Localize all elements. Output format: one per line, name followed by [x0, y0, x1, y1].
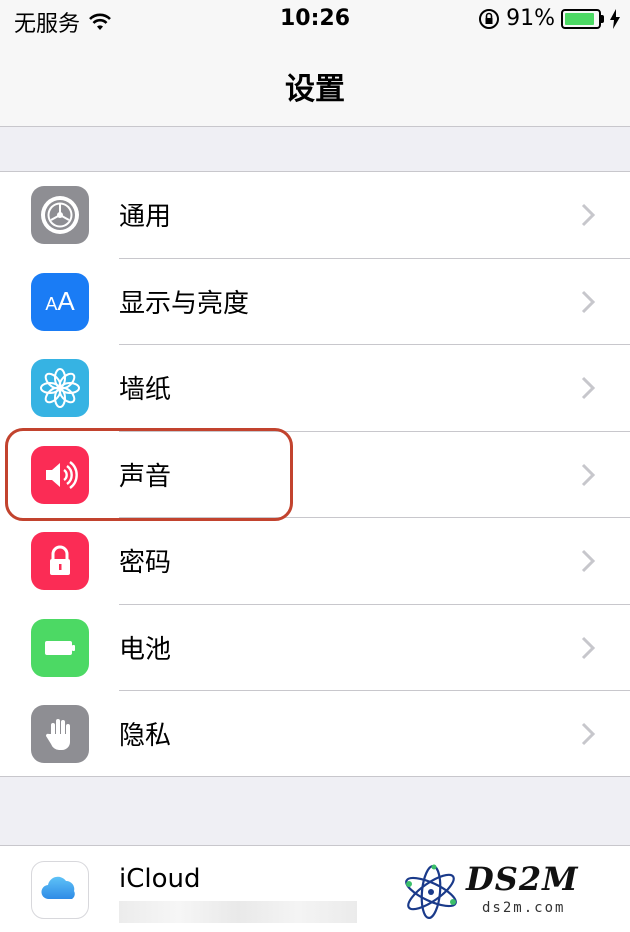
- status-bar: 无服务 10:26 91%: [0, 0, 630, 40]
- watermark-url: ds2m.com: [482, 900, 566, 916]
- chevron-right-icon: [581, 203, 596, 227]
- nav-bar: 设置: [0, 40, 630, 127]
- settings-row-passcode[interactable]: 密码: [0, 518, 630, 605]
- settings-row-privacy[interactable]: 隐私: [0, 691, 630, 778]
- settings-group: 通用 AA 显示与亮度 墙纸 声音 密码 电池 隐私: [0, 171, 630, 777]
- settings-label-wallpaper: 墙纸: [119, 375, 172, 405]
- page-title: 设置: [285, 72, 345, 107]
- chevron-right-icon: [581, 290, 596, 313]
- settings-row-sounds[interactable]: 声音: [0, 432, 630, 518]
- icloud-account-redacted: [119, 901, 357, 923]
- text-size-icon: AA: [31, 272, 89, 331]
- settings-label-privacy: 隐私: [119, 721, 172, 751]
- hand-icon: [31, 705, 89, 763]
- settings-label-display: 显示与亮度: [119, 288, 250, 319]
- cloud-icon: [31, 861, 89, 919]
- settings-row-general[interactable]: 通用: [0, 172, 630, 259]
- status-right: 91%: [478, 6, 620, 31]
- atom-logo-icon: [405, 864, 457, 920]
- watermark-title: DS2M: [466, 860, 579, 898]
- settings-label-icloud: iCloud: [119, 864, 201, 894]
- settings-label-passcode: 密码: [119, 548, 172, 578]
- battery-percent: 91%: [506, 6, 555, 31]
- lock-icon: [31, 532, 89, 590]
- battery-tip: [601, 14, 604, 23]
- chevron-right-icon: [581, 463, 596, 486]
- chevron-right-icon: [581, 376, 596, 400]
- settings-label-battery: 电池: [119, 634, 172, 665]
- watermark-logo: DS2M ds2m.com: [400, 860, 614, 922]
- battery-icon: [31, 618, 89, 677]
- chevron-right-icon: [581, 722, 596, 746]
- settings-label-general: 通用: [119, 202, 172, 232]
- battery-icon: [561, 8, 601, 29]
- chevron-right-icon: [581, 549, 596, 573]
- battery-fill: [565, 12, 595, 25]
- chevron-right-icon: [581, 636, 596, 659]
- settings-label-sounds: 声音: [119, 461, 172, 492]
- flower-icon: [31, 359, 89, 417]
- settings-row-wallpaper[interactable]: 墙纸: [0, 345, 630, 432]
- gear-icon: [31, 186, 89, 244]
- settings-row-battery[interactable]: 电池: [0, 605, 630, 691]
- text-size-glyph: AA: [45, 286, 75, 316]
- settings-row-display[interactable]: AA 显示与亮度: [0, 259, 630, 345]
- speaker-icon: [31, 445, 89, 504]
- rotation-lock-icon: [479, 8, 500, 29]
- charging-icon: [610, 8, 620, 29]
- battery-indicator: [561, 8, 604, 29]
